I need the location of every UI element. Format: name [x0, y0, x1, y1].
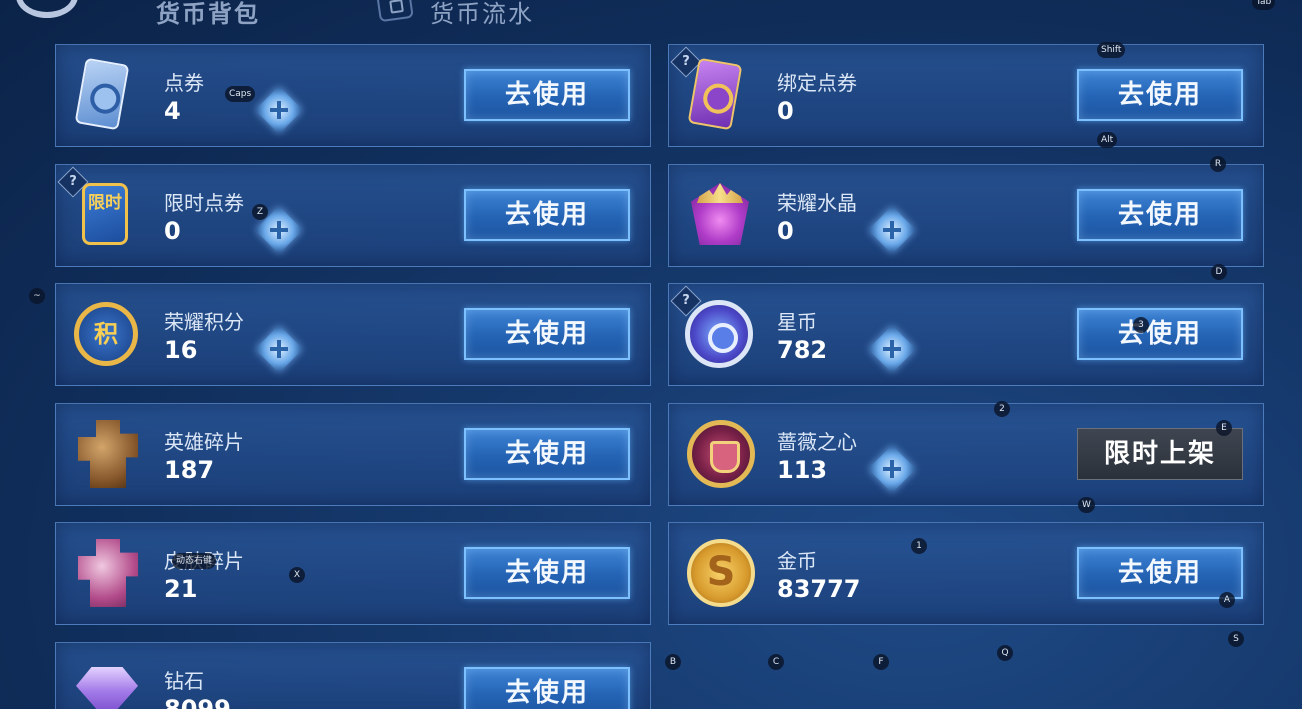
key-hint: X — [289, 567, 305, 583]
key-hint: 1 — [911, 538, 927, 554]
add-glory-points-button[interactable] — [254, 324, 304, 374]
glory-points-icon: 积 — [72, 298, 144, 370]
game-logo-icon — [16, 0, 78, 18]
currency-amount: 21 — [164, 575, 198, 603]
gold-coin-icon: S — [685, 537, 757, 609]
currency-amount: 187 — [164, 456, 215, 484]
currency-card-hero-shard: 英雄碎片 187 去使用 — [55, 403, 651, 506]
currency-name: 点券 — [164, 71, 204, 95]
currency-card-glory-crystal: 荣耀水晶 0 去使用 — [668, 164, 1264, 267]
currency-amount: 0 — [777, 97, 794, 125]
limited-release-button[interactable]: 限时上架 — [1077, 428, 1243, 480]
bound-voucher-card-icon — [685, 57, 757, 131]
use-star-coin-button[interactable]: 去使用 — [1077, 308, 1243, 360]
key-hint: 2 — [994, 401, 1010, 417]
currency-card-gold-coin: S 金币 83777 去使用 — [668, 522, 1264, 625]
key-hint: A — [1219, 592, 1235, 608]
currency-card-star-coin: ? 星币 782 去使用 — [668, 283, 1264, 386]
add-rose-heart-button[interactable] — [867, 444, 917, 494]
add-voucher-button[interactable] — [254, 85, 304, 135]
use-limited-voucher-button[interactable]: 去使用 — [464, 189, 630, 241]
currency-card-bound-voucher: ? 绑定点券 0 去使用 — [668, 44, 1264, 147]
key-hint: Caps — [225, 86, 256, 102]
use-bound-voucher-button[interactable]: 去使用 — [1077, 69, 1243, 121]
glory-crystal-icon — [685, 179, 757, 251]
key-hint: D — [1211, 264, 1227, 280]
use-diamond-button[interactable]: 去使用 — [464, 667, 630, 709]
currency-amount: 0 — [777, 217, 794, 245]
key-hint: F — [873, 654, 889, 670]
key-hint: W — [1078, 497, 1095, 513]
key-hint: S — [1228, 631, 1244, 647]
key-hint: Shift — [1097, 42, 1126, 58]
add-glory-crystal-button[interactable] — [867, 205, 917, 255]
currency-amount: 782 — [777, 336, 828, 364]
key-hint: Q — [997, 645, 1013, 661]
currency-amount: 8099 — [164, 695, 231, 709]
tab-currency-flow[interactable]: 货币流水 — [430, 0, 534, 29]
key-hint: ~ — [29, 288, 45, 304]
currency-name: 钻石 — [164, 669, 204, 693]
diamond-icon — [72, 657, 144, 709]
currency-amount: 83777 — [777, 575, 861, 603]
currency-card-skin-shard: 皮肤碎片 21 去使用 — [55, 522, 651, 625]
key-hint: Alt — [1097, 132, 1118, 148]
currency-flow-icon — [376, 0, 414, 23]
currency-name: 绑定点券 — [777, 71, 857, 95]
key-hint: Z — [252, 204, 268, 220]
currency-name: 英雄碎片 — [164, 430, 244, 454]
key-hint: E — [1216, 420, 1232, 436]
currency-card-limited-voucher: ? 限时 限时点券 0 去使用 — [55, 164, 651, 267]
use-gold-coin-button[interactable]: 去使用 — [1077, 547, 1243, 599]
header: 货币背包 货币流水 — [0, 0, 1302, 30]
star-coin-icon — [685, 298, 757, 370]
currency-name: 限时点券 — [164, 191, 244, 215]
currency-name: 蔷薇之心 — [777, 430, 857, 454]
use-glory-crystal-button[interactable]: 去使用 — [1077, 189, 1243, 241]
currency-card-diamond: 钻石 8099 去使用 — [55, 642, 651, 709]
currency-name: 荣耀积分 — [164, 310, 244, 334]
use-hero-shard-button[interactable]: 去使用 — [464, 428, 630, 480]
rose-heart-icon — [685, 418, 757, 490]
currency-card-glory-points: 积 荣耀积分 16 去使用 — [55, 283, 651, 386]
currency-name: 荣耀水晶 — [777, 191, 857, 215]
voucher-card-icon — [72, 57, 144, 131]
currency-amount: 0 — [164, 217, 181, 245]
key-hint: 动态右键 — [172, 553, 217, 569]
use-glory-points-button[interactable]: 去使用 — [464, 308, 630, 360]
currency-card-voucher: 点券 4 去使用 — [55, 44, 651, 147]
hero-shard-icon — [72, 418, 144, 490]
use-voucher-button[interactable]: 去使用 — [464, 69, 630, 121]
limited-voucher-icon: 限时 — [72, 179, 144, 251]
add-star-coin-button[interactable] — [867, 324, 917, 374]
currency-amount: 4 — [164, 97, 181, 125]
key-hint: B — [665, 654, 681, 670]
currency-name: 星币 — [777, 310, 817, 334]
key-hint: C — [768, 654, 784, 670]
currency-amount: 16 — [164, 336, 198, 364]
skin-shard-icon — [72, 537, 144, 609]
key-hint: 3 — [1133, 317, 1149, 333]
tab-currency-bag[interactable]: 货币背包 — [156, 0, 260, 29]
currency-card-rose-heart: 蔷薇之心 113 限时上架 — [668, 403, 1264, 506]
use-skin-shard-button[interactable]: 去使用 — [464, 547, 630, 599]
currency-name: 金币 — [777, 549, 817, 573]
key-hint: R — [1210, 156, 1226, 172]
currency-amount: 113 — [777, 456, 828, 484]
